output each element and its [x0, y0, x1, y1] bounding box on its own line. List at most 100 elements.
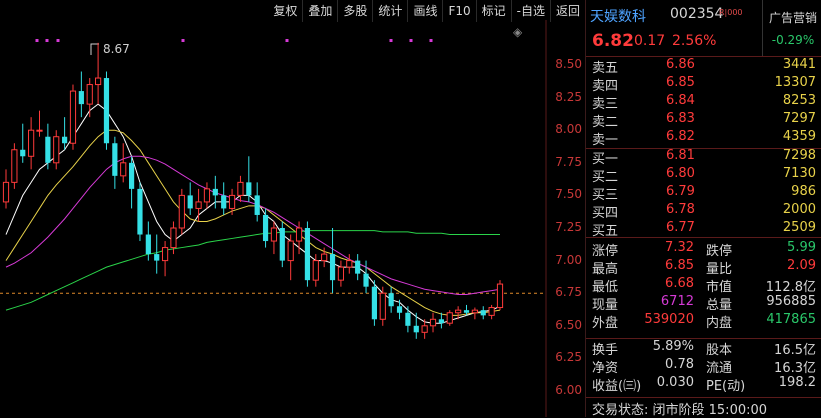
sector-label: 广告营销: [768, 11, 817, 25]
candle-body: [62, 136, 68, 144]
peak-price-label: 8.67: [103, 42, 130, 56]
candle-body: [112, 143, 118, 176]
bid-row[interactable]: 买五 6.77 2509: [586, 220, 821, 239]
stat-value: 6.68: [665, 276, 694, 291]
level-volume: 7130: [782, 166, 816, 181]
level-volume: 7297: [782, 111, 816, 126]
level-price: 6.83: [666, 111, 695, 126]
candle-body: [363, 273, 369, 287]
toolbar-button[interactable]: 复权: [268, 0, 302, 22]
candle-body: [446, 312, 453, 324]
candle-body: [11, 149, 18, 183]
bid-row[interactable]: 买一 6.81 7298: [586, 148, 821, 167]
level-volume: 8253: [782, 93, 816, 108]
candle-body: [262, 214, 269, 242]
level-price: 6.77: [666, 220, 695, 235]
y-tick-label: 6.00: [555, 383, 582, 397]
toolbar-button[interactable]: 返回: [549, 0, 585, 22]
bid-row[interactable]: 买二 6.80 7130: [586, 166, 821, 185]
ask-row[interactable]: 卖四 6.85 13307: [586, 75, 821, 94]
candle-body: [421, 325, 428, 333]
stat-row: 最低 6.68 市值 112.8亿: [586, 276, 821, 295]
y-tick-label: 8.00: [555, 122, 582, 137]
bid-row[interactable]: 买四 6.78 2000: [586, 202, 821, 221]
stat-label: 内盘: [706, 316, 733, 331]
candle-body: [254, 195, 260, 215]
ask-row[interactable]: 卖一 6.82 4359: [586, 129, 821, 148]
sector-change: -0.29%: [771, 33, 815, 47]
signal-marker: [409, 39, 413, 42]
ask-row[interactable]: 卖五 6.86 3441: [586, 57, 821, 76]
y-tick-label: 6.25: [555, 350, 582, 365]
ask-row[interactable]: 卖三 6.84 8253: [586, 93, 821, 112]
candle-body: [170, 227, 177, 249]
candle-body: [145, 234, 151, 255]
toolbar-button[interactable]: 叠加: [302, 0, 337, 22]
level-volume: 2509: [782, 220, 816, 235]
candle-body: [496, 283, 504, 309]
bid-row[interactable]: 买三 6.79 986: [586, 184, 821, 203]
stat-label: 跌停: [706, 244, 733, 259]
level-volume: 13307: [774, 75, 816, 90]
stat-value: 0.030: [656, 375, 694, 390]
y-tick-label: 8.50: [555, 57, 582, 71]
level-label: 买四: [592, 206, 619, 221]
level-price: 6.84: [666, 93, 695, 108]
level-volume: 2000: [782, 202, 816, 217]
stat-label: 市值: [706, 280, 733, 295]
toolbar-button[interactable]: 统计: [372, 0, 407, 22]
candle-body: [246, 182, 252, 196]
level-price: 6.80: [666, 166, 695, 181]
candle-body: [45, 136, 51, 163]
level-volume: 4359: [782, 129, 816, 144]
level-label: 买二: [592, 170, 619, 185]
signal-marker: [389, 39, 393, 42]
stock-badge: R|000: [719, 8, 743, 17]
stat-label: 总量: [706, 298, 733, 313]
y-tick-label: 7.25: [555, 220, 582, 234]
candle-body: [321, 253, 328, 262]
signal-marker: [35, 39, 39, 42]
trade-status: 交易状态: 闭市阶段 15:00:00: [592, 403, 768, 418]
level-label: 卖二: [592, 115, 619, 130]
signal-marker: [285, 39, 289, 42]
candle-body: [2, 181, 10, 203]
toolbar-button[interactable]: 画线: [407, 0, 442, 22]
signal-marker: [45, 39, 49, 42]
level-volume: 7298: [782, 148, 816, 163]
kline-chart[interactable]: [0, 0, 585, 417]
sector-box[interactable]: 广告营销 -0.29%: [762, 0, 821, 56]
ask-row[interactable]: 卖二 6.83 7297: [586, 111, 821, 130]
candle-body: [203, 188, 211, 203]
stat-value: 7.32: [665, 240, 694, 255]
toolbar-button[interactable]: F10: [442, 0, 475, 22]
candle-body: [221, 195, 227, 209]
stat-value: 112.8亿: [765, 280, 816, 295]
candle-body: [355, 260, 361, 274]
candle-body: [161, 247, 169, 262]
level-volume: 986: [791, 184, 816, 199]
candle-body: [388, 293, 394, 307]
stock-name[interactable]: 天娱数科: [590, 6, 646, 26]
candle-body: [337, 266, 345, 281]
candle-body: [154, 254, 160, 261]
candle-body: [137, 188, 143, 235]
ma-line-ma5: [5, 103, 501, 324]
stat-value: 6.85: [665, 258, 694, 273]
toolbar-button[interactable]: -自选: [510, 0, 550, 22]
price-change-pct: 2.56%: [672, 33, 717, 49]
diamond-icon[interactable]: ◈: [513, 25, 522, 39]
candle-body: [463, 310, 470, 313]
toolbar-button[interactable]: 多股: [337, 0, 372, 22]
y-tick-label: 6.75: [555, 285, 582, 300]
stat-row: 最高 6.85 量比 2.09: [586, 258, 821, 277]
stat-row: 净资 0.78 流通 16.3亿: [586, 357, 821, 376]
toolbar-button[interactable]: 标记: [475, 0, 511, 22]
stat-value: 198.2: [778, 375, 816, 390]
price-change: 0.17: [634, 33, 666, 49]
divider: [586, 397, 821, 398]
candle-body: [488, 307, 495, 316]
level-label: 卖五: [592, 61, 619, 76]
candle-body: [212, 188, 218, 196]
candle-body: [128, 162, 135, 189]
